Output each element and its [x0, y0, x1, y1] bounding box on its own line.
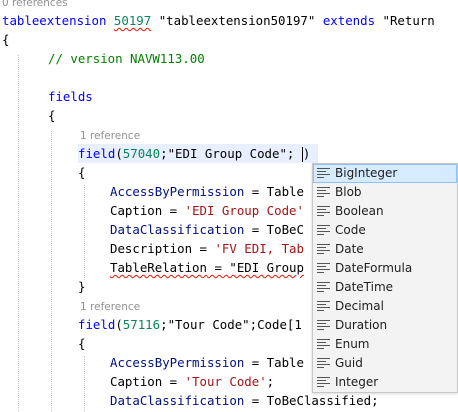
code-line[interactable]: } — [78, 277, 85, 296]
field-number: 57040 — [122, 146, 161, 161]
indent-guide — [84, 356, 85, 412]
field-type: Code[1 — [257, 317, 302, 332]
codelens-references[interactable]: 0 references — [2, 0, 68, 11]
type-parameter-icon — [317, 320, 330, 331]
property-name: DataClassification — [110, 222, 245, 237]
comment: // version NAVW113.00 — [48, 51, 205, 66]
property-name: TableRelation — [110, 260, 207, 275]
suggestion-item[interactable]: Boolean — [313, 202, 457, 221]
suggestion-item[interactable]: Integer — [313, 373, 457, 392]
string-literal: 'EDI Group Code' — [184, 203, 304, 218]
autocomplete-suggest-widget[interactable]: BigInteger Blob Boolean Code Date DateFo… — [312, 163, 458, 393]
property-name: AccessByPermission — [110, 355, 245, 370]
property-name: Description — [110, 241, 193, 256]
code-line[interactable]: tableextension 50197 "tableextension5019… — [2, 11, 435, 30]
code-line[interactable]: AccessByPermission = Table — [110, 353, 304, 372]
code-editor[interactable]: 0 references tableextension 50197 "table… — [0, 0, 458, 412]
codelens-references[interactable]: 1 reference — [80, 299, 140, 315]
suggestion-item[interactable]: Duration — [313, 316, 457, 335]
indent-guide — [51, 131, 52, 412]
object-id: 50197 — [113, 13, 152, 28]
type-parameter-icon — [317, 301, 330, 312]
code-line[interactable]: AccessByPermission = Table — [110, 182, 304, 201]
suggestion-item[interactable]: Decimal — [313, 297, 457, 316]
code-line[interactable]: field(57116;"Tour Code";Code[1 — [78, 315, 302, 334]
paren: ) — [302, 146, 311, 161]
codelens-references[interactable]: 1 reference — [80, 128, 140, 144]
type-parameter-icon — [317, 282, 330, 293]
code-line[interactable]: { — [2, 30, 9, 49]
brace: { — [2, 32, 10, 47]
field-name: "EDI Group Code" — [167, 146, 287, 161]
string-literal: 'FV EDI, Tab — [214, 241, 304, 256]
keyword: field — [78, 317, 116, 332]
type-parameter-icon — [317, 244, 330, 255]
field-name: "Tour Code" — [167, 317, 250, 332]
code-line[interactable]: DataClassification = ToBeClassified; — [110, 391, 379, 410]
type-parameter-icon — [317, 225, 330, 236]
type-parameter-icon — [317, 187, 330, 198]
type-parameter-icon — [317, 377, 330, 388]
suggestion-item[interactable]: Guid — [313, 354, 457, 373]
property-name: AccessByPermission — [110, 184, 245, 199]
field-number: 57116 — [122, 317, 161, 332]
suggestion-item[interactable]: BigInteger — [313, 164, 457, 183]
target-name: "Return — [382, 13, 435, 28]
type-parameter-icon — [317, 263, 330, 274]
code-line[interactable]: { — [48, 106, 55, 125]
code-line[interactable]: // version NAVW113.00 — [48, 49, 205, 68]
object-name: "tableextension50197" — [158, 13, 316, 28]
brace: { — [78, 165, 86, 180]
code-line[interactable]: { — [78, 163, 85, 182]
code-line[interactable]: Caption = 'Tour Code'; — [110, 372, 274, 391]
indent-guide — [18, 55, 19, 412]
keyword: field — [78, 146, 116, 161]
code-line[interactable]: Caption = 'EDI Group Code' — [110, 201, 304, 220]
indent-guide — [84, 185, 85, 280]
suggestion-item[interactable]: Blob — [313, 183, 457, 202]
code-line[interactable]: DataClassification = ToBeC — [110, 220, 304, 239]
suggestion-item[interactable]: Code — [313, 221, 457, 240]
type-parameter-icon — [317, 206, 330, 217]
suggestion-item[interactable]: DateTime — [313, 278, 457, 297]
brace: { — [48, 108, 56, 123]
keyword: fields — [48, 89, 93, 104]
current-line[interactable]: field(57040;"EDI Group Code"; ) — [78, 144, 318, 163]
keyword: tableextension — [2, 13, 107, 28]
suggestion-item[interactable]: Date — [313, 240, 457, 259]
code-line[interactable]: { — [78, 334, 85, 353]
brace: { — [78, 336, 86, 351]
property-name: DataClassification — [110, 393, 245, 408]
type-parameter-icon — [317, 358, 330, 369]
code-line[interactable]: Description = 'FV EDI, Tab — [110, 239, 304, 258]
keyword: extends — [322, 13, 376, 28]
property-name: Caption — [110, 374, 163, 389]
type-parameter-icon — [317, 339, 330, 350]
suggestion-item[interactable]: DateFormula — [313, 259, 457, 278]
string-literal: 'Tour Code' — [184, 374, 267, 389]
code-line[interactable]: fields — [48, 87, 93, 106]
code-line[interactable]: TableRelation = "EDI Group — [110, 258, 304, 277]
type-parameter-icon — [317, 168, 330, 179]
brace: } — [78, 279, 86, 294]
suggestion-item[interactable]: Enum — [313, 335, 457, 354]
property-name: Caption — [110, 203, 163, 218]
